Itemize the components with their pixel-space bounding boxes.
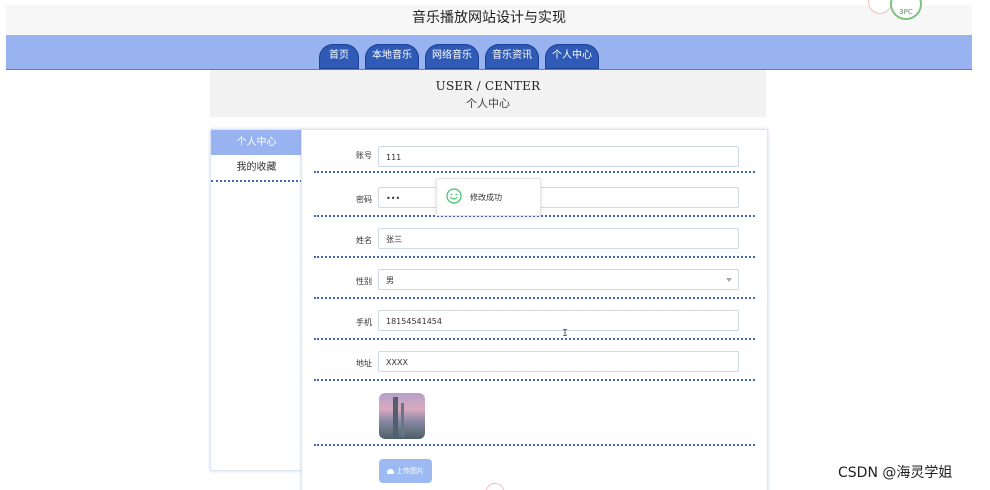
sidebar: 个人中心 我的收藏: [210, 129, 303, 471]
nav-item-user-center[interactable]: 个人中心: [545, 44, 599, 69]
nav-item-home[interactable]: 首页: [319, 44, 359, 69]
upload-image-label: 上传图片: [396, 467, 424, 475]
password-label: 密码: [356, 195, 372, 204]
page-title-cn: 个人中心: [466, 97, 510, 110]
sidebar-item-user-center[interactable]: 个人中心: [211, 130, 302, 155]
avatar-tower: [393, 397, 398, 437]
text-cursor-icon: I: [562, 328, 569, 339]
phone-input[interactable]: 18154541454: [378, 310, 739, 331]
account-label: 账号: [356, 151, 372, 160]
form-row-avatar: [314, 382, 755, 446]
gender-label: 性别: [356, 277, 372, 286]
nav-item-online-music[interactable]: 网络音乐: [425, 44, 479, 69]
nav-item-local-music[interactable]: 本地音乐: [365, 44, 419, 69]
address-input[interactable]: XXXX: [378, 351, 739, 372]
gender-select[interactable]: 男: [378, 269, 739, 290]
sidebar-item-favorites[interactable]: 我的收藏: [211, 155, 302, 180]
smile-icon: [446, 188, 462, 204]
nav-item-music-news[interactable]: 音乐资讯: [485, 44, 539, 69]
upload-image-button[interactable]: 上传图片: [379, 459, 432, 483]
password-input[interactable]: •••: [378, 187, 739, 208]
site-title: 音乐播放网站设计与实现: [6, 5, 972, 35]
form-row-address: 地址 XXXX: [314, 338, 755, 381]
main-nav: 首页 本地音乐 网络音乐 音乐资讯 个人中心: [319, 44, 599, 69]
name-label: 姓名: [356, 236, 372, 245]
gender-value: 男: [386, 276, 394, 285]
phone-label: 手机: [356, 318, 372, 327]
page: 音乐播放网站设计与实现 3PC 首页 本地音乐 网络音乐 音乐资讯 个人中心 U…: [0, 0, 990, 490]
sidebar-divider: [211, 180, 302, 182]
page-header: USER / CENTER 个人中心: [210, 70, 766, 117]
form-row-phone: 手机 18154541454: [314, 297, 755, 340]
watermark: CSDN @海灵学姐: [838, 465, 953, 481]
address-label: 地址: [356, 359, 372, 368]
avatar-tower-2: [401, 403, 404, 437]
page-title-en: USER / CENTER: [435, 79, 541, 93]
name-input[interactable]: 张三: [378, 228, 739, 249]
chevron-down-icon: [726, 278, 732, 282]
form-row-name: 姓名 张三: [314, 215, 755, 258]
avatar: [379, 393, 425, 439]
toast-message: 修改成功: [470, 193, 502, 202]
account-input[interactable]: 111: [378, 146, 739, 167]
form-row-account: 账号 111: [314, 130, 755, 173]
cloud-upload-icon: [387, 468, 394, 474]
success-toast: 修改成功: [436, 178, 541, 216]
form-row-gender: 性别 男: [314, 256, 755, 299]
